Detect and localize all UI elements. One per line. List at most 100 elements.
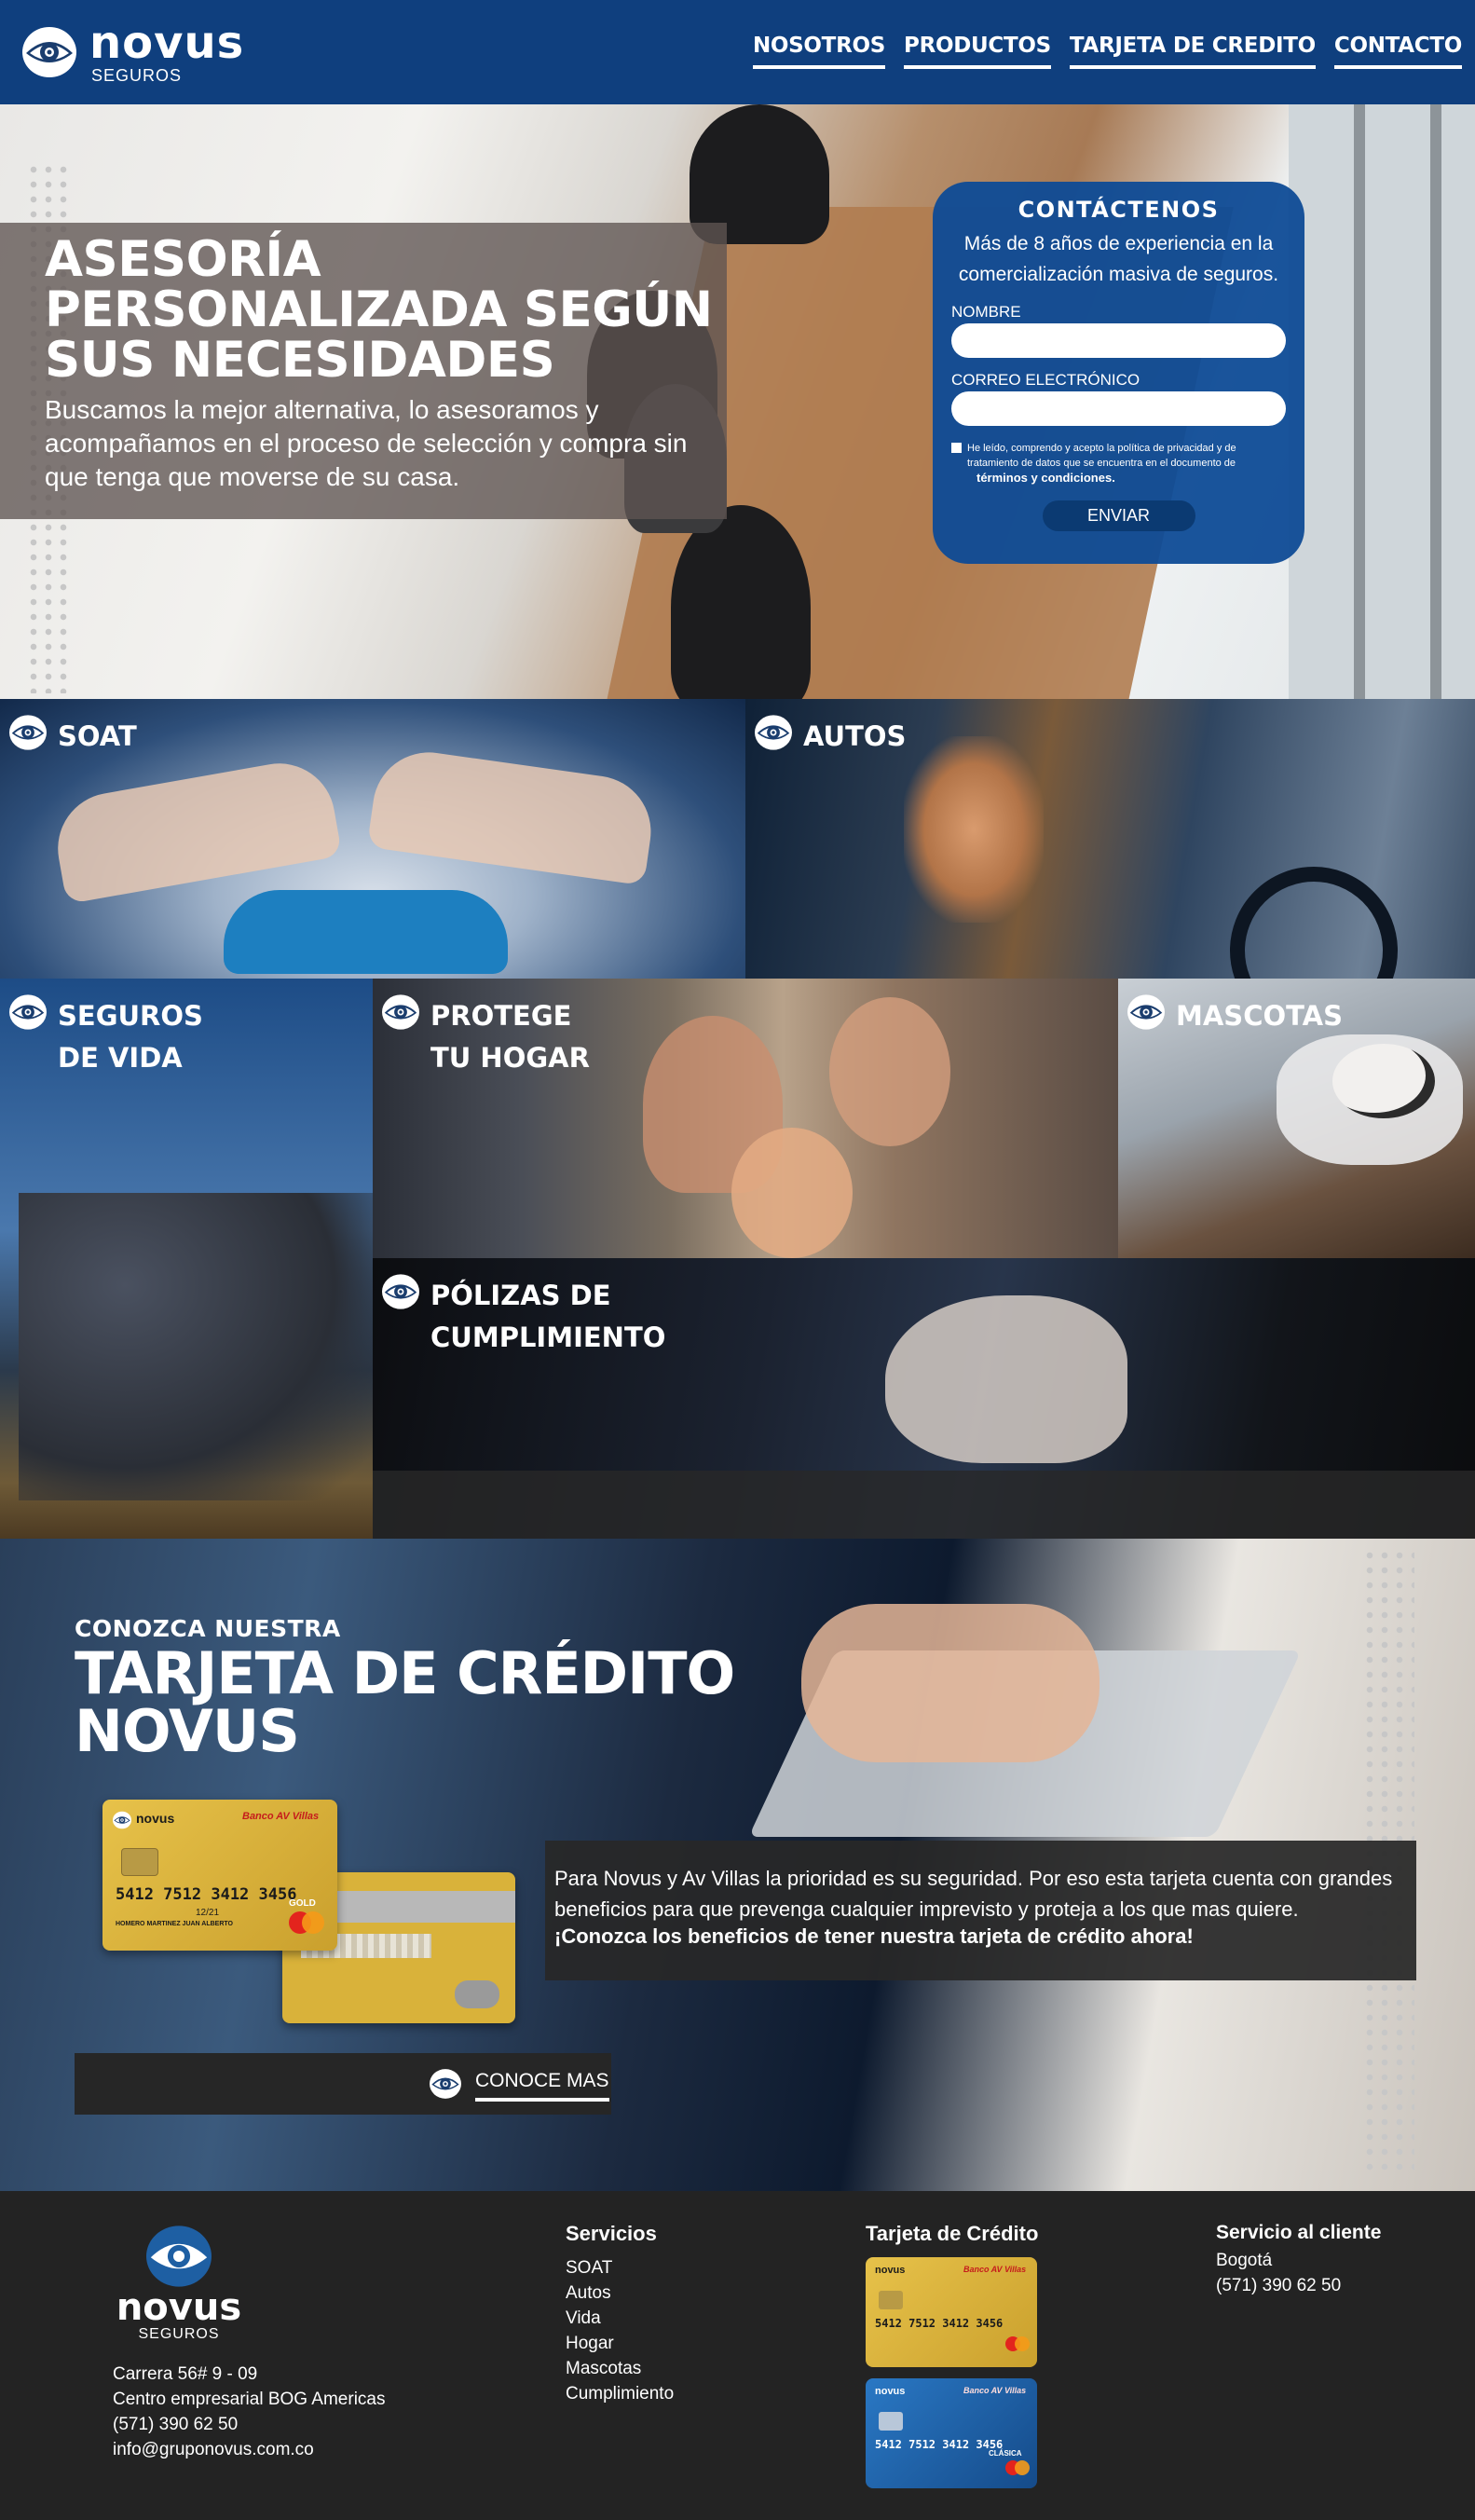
footer-phone[interactable]: (571) 390 62 50 (113, 2412, 386, 2437)
card-expiry: 12/21 (196, 1908, 220, 1918)
footer-cliente-phone[interactable]: (571) 390 62 50 (1216, 2273, 1381, 2298)
cc-card-front: novus Banco AV Villas 5412 7512 3412 345… (102, 1800, 337, 1951)
header-logo[interactable]: novus SEGUROS (20, 21, 244, 84)
eye-icon (1127, 994, 1165, 1030)
consent-row: He leído, comprendo y acepto la política… (951, 441, 1286, 486)
footer-email[interactable]: info@gruponovus.com.co (113, 2437, 386, 2462)
cc-title-line1: TARJETA DE CRÉDITO (75, 1639, 735, 1707)
tile-vida-line2: DE VIDA (58, 1042, 183, 1074)
card-bank: Banco AV Villas (963, 2386, 1027, 2395)
footer-link-cumplimiento[interactable]: Cumplimiento (566, 2381, 674, 2406)
footer-servicios-title: Servicios (566, 2222, 657, 2245)
nav-nosotros[interactable]: NOSOTROS (752, 34, 885, 69)
autos-photo-driver (904, 736, 1044, 923)
footer-link-soat[interactable]: SOAT (566, 2255, 674, 2280)
soat-photo-hand (366, 745, 659, 886)
footer-cliente-city: Bogotá (1216, 2251, 1273, 2270)
site-header: novus SEGUROS NOSOTROS PRODUCTOS TARJETA… (0, 0, 1475, 104)
cc-call-to-action: ¡Conozca los beneficios de tener nuestra… (554, 1924, 1194, 1948)
cc-title-line2: NOVUS (75, 1697, 300, 1765)
footer-link-autos[interactable]: Autos (566, 2280, 674, 2306)
hogar-photo-woman (829, 997, 950, 1146)
eye-icon (755, 715, 792, 750)
tile-protege-tu-hogar[interactable]: PROTEGE TU HOGAR (373, 979, 1118, 1258)
card-chip-icon (121, 1848, 158, 1876)
contact-form-title: CONTÁCTENOS (1017, 197, 1220, 223)
card-number: 5412 7512 3412 3456 (116, 1885, 297, 1904)
tile-autos[interactable]: AUTOS (745, 699, 1475, 979)
cumplimiento-dark-band (373, 1471, 1475, 1539)
cc-description: Para Novus y Av Villas la prioridad es s… (554, 1867, 1393, 1921)
footer-logo[interactable]: novus SEGUROS (114, 2224, 244, 2343)
eye-logo-icon (22, 27, 76, 77)
cumplimiento-photo-handshake (885, 1295, 1127, 1463)
contact-form: CONTÁCTENOS Más de 8 años de experiencia… (933, 182, 1304, 564)
tile-hogar-line2: TU HOGAR (430, 1042, 590, 1074)
card-chip-icon (879, 2291, 903, 2309)
nav-tarjeta-de-credito[interactable]: TARJETA DE CREDITO (1069, 34, 1316, 69)
name-field[interactable] (951, 323, 1286, 358)
mastercard-icon (1005, 2460, 1030, 2477)
mastercard-icon (289, 1911, 324, 1934)
card-brand-novus: novus (136, 1811, 175, 1826)
tile-cumplimiento-line1: PÓLIZAS DE (430, 1280, 611, 1311)
tile-hogar-label: PROTEGE TU HOGAR (430, 995, 766, 1079)
tile-polizas-de-cumplimiento[interactable]: PÓLIZAS DE CUMPLIMIENTO (373, 1258, 1475, 1539)
credit-card-section: CONOZCA NUESTRA TARJETA DE CRÉDITO NOVUS… (0, 1539, 1475, 2191)
contact-form-subtitle: Más de 8 años de experiencia en la comer… (958, 233, 1279, 285)
tile-seguros-de-vida[interactable]: SEGUROS DE VIDA (0, 979, 373, 1539)
eye-icon (9, 994, 47, 1030)
hero-title: ASESORÍA PERSONALIZADA SEGÚN SUS NECESID… (45, 231, 713, 389)
footer-blue-card[interactable]: novus Banco AV Villas 5412 7512 3412 345… (866, 2378, 1037, 2488)
card-brand-novus: novus (875, 2265, 906, 2276)
footer-gold-card[interactable]: novus Banco AV Villas 5412 7512 3412 345… (866, 2257, 1037, 2367)
brand-subtitle: SEGUROS (91, 66, 183, 85)
tile-vida-line1: SEGUROS (58, 1000, 203, 1032)
footer-servicio-cliente: Servicio al cliente Bogotá (571) 390 62 … (1216, 2222, 1381, 2298)
vida-photo-people (19, 1193, 373, 1500)
nav-contacto[interactable]: CONTACTO (1333, 34, 1462, 69)
footer-link-hogar[interactable]: Hogar (566, 2331, 674, 2356)
card-tier: GOLD (289, 1898, 316, 1909)
conoce-mas-label: CONOCE MAS (475, 2070, 609, 2102)
mascotas-photo-dog (1332, 1044, 1435, 1118)
card-hologram (455, 1980, 499, 2008)
nav-productos[interactable]: PRODUCTOS (904, 34, 1051, 69)
consent-text: He leído, comprendo y acepto la política… (967, 443, 1236, 469)
cc-title: TARJETA DE CRÉDITO NOVUS (75, 1639, 735, 1765)
tile-soat[interactable]: SOAT (0, 699, 745, 979)
tile-hogar-line1: PROTEGE (430, 1000, 572, 1032)
hero-section: ASESORÍA PERSONALIZADA SEGÚN SUS NECESID… (0, 104, 1475, 699)
footer-link-vida[interactable]: Vida (566, 2306, 674, 2331)
footer-servicios: Servicios SOAT Autos Vida Hogar Mascotas… (566, 2222, 674, 2406)
name-label: NOMBRE (951, 303, 1021, 321)
conoce-mas-button[interactable]: CONOCE MAS (75, 2053, 611, 2115)
terms-link[interactable]: términos y condiciones. (977, 471, 1286, 486)
autos-photo-steering-wheel (1230, 867, 1398, 979)
mastercard-icon (1005, 2336, 1030, 2353)
eye-logo-icon (146, 2226, 212, 2287)
card-eye-icon (113, 1811, 131, 1829)
footer-brand-name: novus (116, 2286, 242, 2329)
eye-icon (382, 994, 419, 1030)
cc-description-box: Para Novus y Av Villas la prioridad es s… (545, 1841, 1416, 1980)
page: novus SEGUROS NOSOTROS PRODUCTOS TARJETA… (0, 0, 1475, 2520)
card-holder: HOMERO MARTINEZ JUAN ALBERTO (116, 1921, 233, 1927)
email-label: CORREO ELECTRÓNICO (951, 371, 1140, 389)
soat-photo-hand (48, 754, 343, 905)
consent-checkbox[interactable] (951, 443, 962, 453)
footer-address-line: Carrera 56# 9 - 09 (113, 2364, 258, 2384)
submit-button[interactable]: ENVIAR (1042, 500, 1195, 531)
brand-name: novus (89, 17, 245, 69)
card-chip-icon (879, 2412, 903, 2431)
cc-pre-title: CONOZCA NUESTRA (75, 1615, 341, 1642)
card-number: 5412 7512 3412 3456 (875, 2317, 1004, 2330)
card-brand-novus: novus (875, 2386, 906, 2397)
footer-tarjeta: Tarjeta de Crédito novus Banco AV Villas… (866, 2222, 1038, 2488)
soat-photo-car (224, 890, 508, 974)
footer-link-mascotas[interactable]: Mascotas (566, 2356, 674, 2381)
email-field[interactable] (951, 391, 1286, 426)
tile-mascotas[interactable]: MASCOTAS (1118, 979, 1475, 1258)
tile-mascotas-label: MASCOTAS (1176, 1000, 1343, 1032)
hero-photo-window (1289, 104, 1475, 699)
